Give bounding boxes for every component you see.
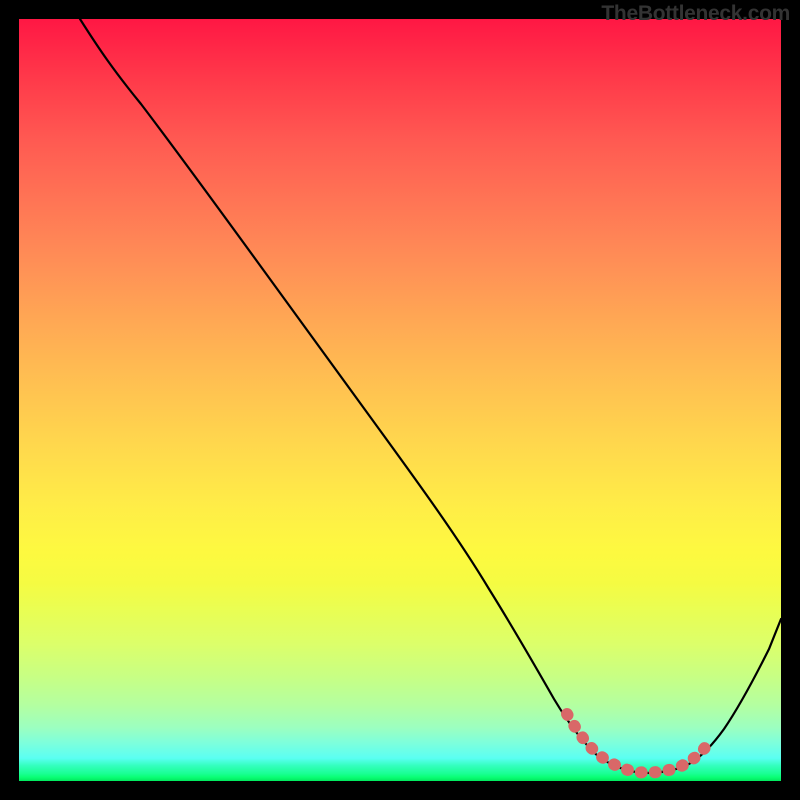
- bottleneck-highlight: [567, 714, 709, 773]
- watermark-text: TheBottleneck.com: [601, 2, 790, 26]
- main-curve: [80, 19, 781, 773]
- chart-plot-area: [19, 19, 781, 781]
- chart-svg: [19, 19, 781, 781]
